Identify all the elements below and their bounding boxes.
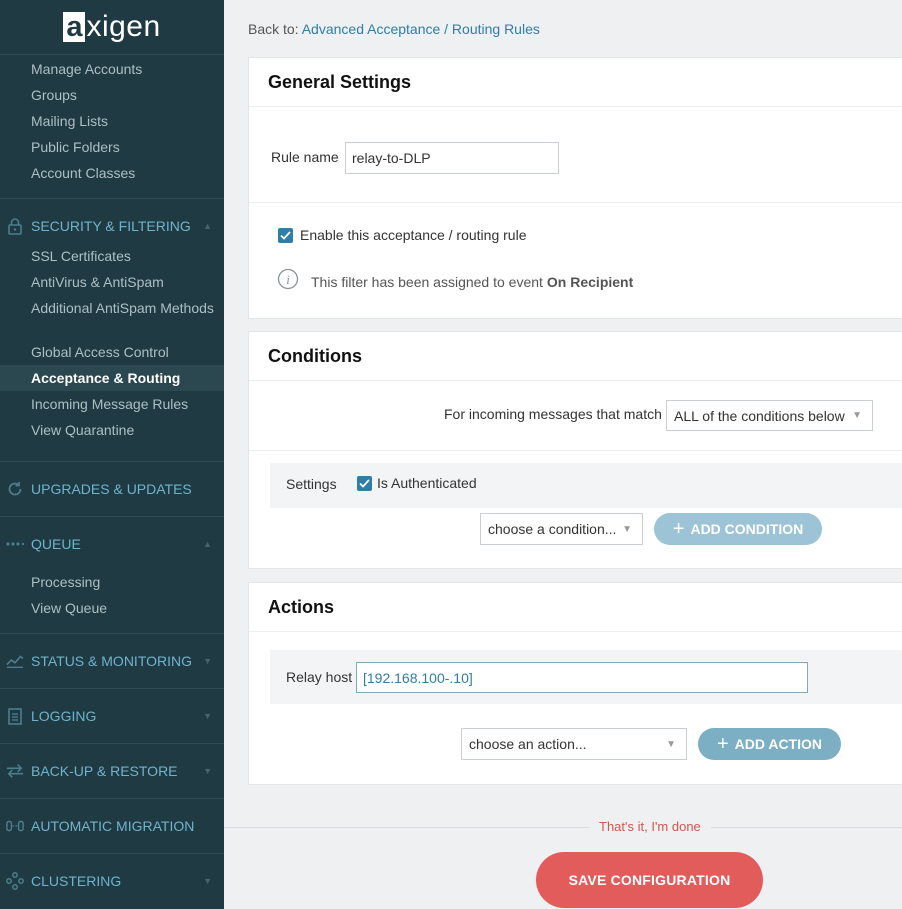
save-configuration-button[interactable]: SAVE CONFIGURATION	[536, 852, 763, 908]
section-label: BACK-UP & RESTORE	[31, 763, 178, 779]
sidebar-item-acceptance-routing[interactable]: Acceptance & Routing	[0, 365, 224, 391]
add-condition-label: ADD CONDITION	[690, 521, 804, 537]
conditions-panel: Conditions For incoming messages that ma…	[248, 331, 902, 569]
is-authenticated-checkbox[interactable]	[357, 475, 372, 491]
sidebar-item-incoming-message-rules[interactable]: Incoming Message Rules	[0, 391, 224, 417]
info-icon: i	[277, 268, 299, 295]
is-authenticated-label: Is Authenticated	[377, 475, 477, 491]
is-authenticated-row: Is Authenticated	[357, 475, 477, 491]
chevron-down-icon: ▼	[852, 410, 862, 421]
section-security-filtering[interactable]: SECURITY & FILTERING ▲	[0, 199, 224, 253]
section-label: QUEUE	[31, 536, 81, 552]
section-label: LOGGING	[31, 708, 97, 724]
choose-action-placeholder: choose an action...	[469, 736, 587, 752]
relay-host-input[interactable]	[356, 662, 808, 693]
chevron-up-icon: ▲	[203, 539, 212, 549]
section-backup-restore[interactable]: BACK-UP & RESTORE ▼	[0, 744, 224, 798]
enable-rule-label: Enable this acceptance / routing rule	[300, 227, 527, 243]
section-label: STATUS & MONITORING	[31, 653, 193, 669]
sidebar-item-groups[interactable]: Groups	[0, 82, 224, 108]
info-text: This filter has been assigned to event	[311, 273, 543, 290]
section-automatic-migration[interactable]: AUTOMATIC MIGRATION	[0, 799, 224, 853]
axigen-logo[interactable]: a xigen	[0, 0, 224, 54]
sidebar-item-manage-accounts[interactable]: Manage Accounts	[0, 56, 224, 82]
main-content: Back to: Advanced Acceptance / Routing R…	[224, 0, 902, 909]
sidebar-item-view-quarantine[interactable]: View Quarantine	[0, 417, 224, 443]
condition-row: Settings Is Authenticated	[270, 463, 902, 508]
document-icon	[6, 707, 24, 725]
section-clustering[interactable]: CLUSTERING ▼	[0, 854, 224, 908]
lock-icon	[6, 217, 24, 235]
add-action-button[interactable]: + ADD ACTION	[698, 728, 841, 760]
sidebar-item-view-queue[interactable]: View Queue	[0, 595, 224, 621]
swap-arrows-icon	[6, 762, 24, 780]
plus-icon: +	[672, 518, 685, 540]
chevron-down-icon: ▼	[203, 766, 212, 776]
chart-icon	[6, 652, 24, 670]
logo-text: xigen	[86, 10, 161, 43]
chevron-down-icon: ▼	[666, 738, 676, 750]
add-action-label: ADD ACTION	[734, 736, 823, 752]
section-label: UPGRADES & UPDATES	[31, 481, 192, 497]
chevron-down-icon: ▼	[203, 876, 212, 886]
action-row: Relay host	[270, 650, 902, 704]
sidebar-item-antivirus-antispam[interactable]: AntiVirus & AntiSpam	[0, 269, 224, 295]
panel-title: Actions	[249, 583, 902, 632]
section-status-monitoring[interactable]: STATUS & MONITORING ▼	[0, 634, 224, 688]
info-row: i This filter has been assigned to event…	[277, 268, 633, 295]
add-condition-button[interactable]: + ADD CONDITION	[654, 513, 822, 545]
sidebar-item-processing[interactable]: Processing	[0, 569, 224, 595]
choose-condition-select[interactable]: choose a condition... ▼	[480, 513, 643, 545]
breadcrumb: Back to: Advanced Acceptance / Routing R…	[248, 21, 540, 37]
rule-name-label: Rule name	[271, 149, 339, 165]
general-settings-panel: General Settings Rule name Enable this a…	[248, 57, 902, 319]
choose-condition-placeholder: choose a condition...	[488, 521, 617, 537]
breadcrumb-prefix: Back to:	[248, 21, 299, 37]
section-label: CLUSTERING	[31, 873, 122, 889]
rule-name-input[interactable]	[345, 142, 559, 174]
sidebar-item-additional-antispam[interactable]: Additional AntiSpam Methods	[0, 295, 224, 339]
accounts-submenu: Manage Accounts Groups Mailing Lists Pub…	[0, 55, 224, 198]
condition-settings-label: Settings	[286, 476, 337, 492]
section-label: SECURITY & FILTERING	[31, 218, 191, 234]
cluster-icon	[6, 872, 24, 890]
svg-text:i: i	[286, 272, 290, 287]
panel-title: Conditions	[249, 332, 902, 381]
relay-host-label: Relay host	[286, 669, 353, 685]
sidebar-item-global-access-control[interactable]: Global Access Control	[0, 339, 224, 365]
dots-icon	[6, 535, 24, 553]
actions-panel: Actions Relay host choose an action... ▼…	[248, 582, 902, 785]
section-label: AUTOMATIC MIGRATION	[31, 818, 195, 834]
refresh-icon	[6, 480, 24, 498]
section-logging[interactable]: LOGGING ▼	[0, 689, 224, 743]
enable-rule-row: Enable this acceptance / routing rule	[278, 227, 526, 243]
info-event: On Recipient	[546, 273, 634, 290]
match-select[interactable]: ALL of the conditions below ▼	[666, 400, 873, 431]
chevron-down-icon: ▼	[622, 523, 632, 535]
panel-title: General Settings	[249, 58, 902, 107]
logo-letter: a	[63, 12, 86, 42]
sidebar-item-public-folders[interactable]: Public Folders	[0, 134, 224, 160]
chevron-up-icon: ▲	[203, 221, 212, 231]
choose-action-select[interactable]: choose an action... ▼	[461, 728, 687, 760]
migration-icon	[6, 817, 24, 835]
footer-divider	[224, 827, 902, 828]
sidebar-item-account-classes[interactable]: Account Classes	[0, 160, 224, 186]
section-upgrades-updates[interactable]: UPGRADES & UPDATES	[0, 462, 224, 516]
done-text: That's it, I'm done	[589, 819, 711, 834]
enable-rule-checkbox[interactable]	[278, 227, 293, 243]
chevron-down-icon: ▼	[203, 656, 212, 666]
chevron-down-icon: ▼	[203, 711, 212, 721]
match-select-value: ALL of the conditions below	[674, 407, 845, 424]
queue-submenu: Processing View Queue	[0, 569, 224, 633]
sidebar-item-mailing-lists[interactable]: Mailing Lists	[0, 108, 224, 134]
plus-icon: +	[716, 733, 729, 755]
section-queue[interactable]: QUEUE ▲	[0, 517, 224, 571]
match-label: For incoming messages that match	[444, 406, 662, 422]
breadcrumb-link[interactable]: Advanced Acceptance / Routing Rules	[302, 21, 540, 37]
sidebar: a xigen Manage Accounts Groups Mailing Li…	[0, 0, 224, 909]
security-submenu: SSL Certificates AntiVirus & AntiSpam Ad…	[0, 243, 224, 461]
